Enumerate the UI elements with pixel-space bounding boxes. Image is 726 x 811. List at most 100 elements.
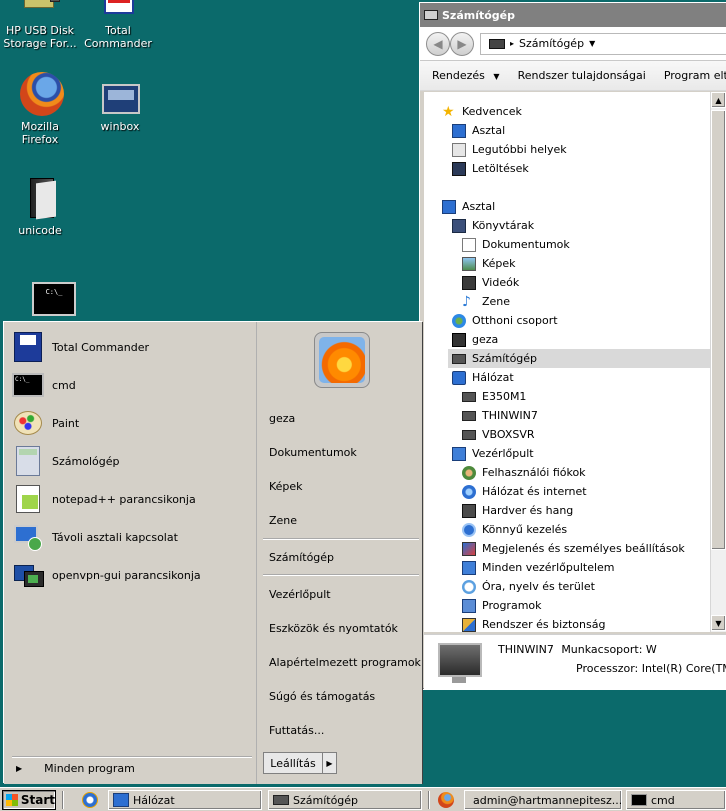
processor-info: Processzor: Intel(R) Core(TM) i xyxy=(576,662,726,675)
command-bar: Rendezés ▼ Rendszer tulajdonságai Progra… xyxy=(420,61,726,91)
tree-item-libraries[interactable]: Könyvtárak xyxy=(452,216,534,235)
user-picture[interactable] xyxy=(314,332,370,388)
address-chevron-icon[interactable]: ▸ xyxy=(510,39,514,48)
tree-item-ease-of-access[interactable]: Könnyű kezelés xyxy=(462,520,567,539)
start-item-cmd[interactable]: C:\_ cmd xyxy=(12,367,248,403)
tree-item-vboxsvr[interactable]: VBOXSVR xyxy=(462,425,535,444)
chevron-down-icon[interactable]: ▼ xyxy=(589,39,595,48)
tree-item-videos[interactable]: Videók xyxy=(462,273,519,292)
details-pane: THINWIN7 Munkacsoport: W Processzor: Int… xyxy=(424,634,726,689)
tree-item-desktop[interactable]: Asztal xyxy=(442,197,495,216)
shutdown-button[interactable]: Leállítás xyxy=(264,753,322,773)
taskbar-button-computer[interactable]: Számítógép xyxy=(268,790,422,810)
tree-item-label: Legutóbbi helyek xyxy=(472,143,567,156)
tree-item-all-control-panel-items[interactable]: Minden vezérlőpultelem xyxy=(462,558,615,577)
tree-item-documents[interactable]: Dokumentumok xyxy=(462,235,570,254)
start-menu-programs: Total Commander C:\_ cmd Paint Számológé… xyxy=(4,322,256,784)
tree-item-user-accounts[interactable]: Felhasználói fiókok xyxy=(462,463,586,482)
desktop-icon-cmd[interactable]: C:\_ xyxy=(2,280,78,320)
tree-item-pictures[interactable]: Képek xyxy=(462,254,516,273)
system-properties-button[interactable]: Rendszer tulajdonságai xyxy=(518,69,646,82)
uninstall-program-button[interactable]: Program eltávolít xyxy=(664,69,726,82)
tree-item-hardware-sound[interactable]: Hardver és hang xyxy=(462,501,573,520)
tree-item-label: E350M1 xyxy=(482,390,527,403)
desktop-icon-total-commander[interactable]: Total Commander xyxy=(80,0,156,50)
tree-item-appearance[interactable]: Megjelenés és személyes beállítások xyxy=(462,539,685,558)
taskbar-button-cmd[interactable]: cmd xyxy=(626,790,726,810)
start-link-music[interactable]: Zene xyxy=(269,511,297,529)
taskbar-button-browser[interactable]: admin@hartmannepitesz... xyxy=(464,790,622,810)
tree-item-user-geza[interactable]: geza xyxy=(452,330,498,349)
tree-item-e350m1[interactable]: E350M1 xyxy=(462,387,526,406)
tree-item-homegroup[interactable]: Otthoni csoport xyxy=(452,311,558,330)
shutdown-options-button[interactable]: ▶ xyxy=(322,753,336,773)
start-link-control-panel[interactable]: Vezérlőpult xyxy=(269,585,331,603)
desktop-icon-hp-usb[interactable]: HP USB Disk Storage For... xyxy=(2,0,78,50)
tree-item-label: Videók xyxy=(482,276,520,289)
start-menu-separator xyxy=(263,574,419,575)
forward-button[interactable]: ▶ xyxy=(450,31,474,56)
start-link-computer[interactable]: Számítógép xyxy=(269,548,334,566)
organize-button[interactable]: Rendezés ▼ xyxy=(432,69,500,82)
tree-item-thinwin7[interactable]: THINWIN7 xyxy=(462,406,538,425)
desktop-icon-label: Total Commander xyxy=(84,24,152,50)
start-link-help-support[interactable]: Súgó és támogatás xyxy=(269,687,375,705)
start-link-user[interactable]: geza xyxy=(269,409,295,427)
tree-item-label: Vezérlőpult xyxy=(472,447,534,460)
tree-item-downloads[interactable]: Letöltések xyxy=(452,159,529,178)
desktop-icon-label: unicode xyxy=(18,224,62,237)
desktop-icon-winbox[interactable]: winbox xyxy=(82,84,158,133)
start-link-default-programs[interactable]: Alapértelmezett programok xyxy=(269,653,421,671)
start-item-notepad-plus-plus[interactable]: notepad++ parancsikonja xyxy=(12,481,248,517)
tree-item-clock-language[interactable]: Óra, nyelv és terület xyxy=(462,577,595,596)
tree-item-programs[interactable]: Programok xyxy=(462,596,542,615)
desktop-icon-firefox[interactable]: Mozilla Firefox xyxy=(2,72,78,146)
tree-item-computer[interactable]: Számítógép xyxy=(448,349,716,368)
tree-item-system-security[interactable]: Rendszer és biztonság xyxy=(462,615,605,632)
start-link-documents[interactable]: Dokumentumok xyxy=(269,443,357,461)
ease-of-access-icon xyxy=(462,522,476,537)
desktop-icon-unicode[interactable]: unicode xyxy=(2,176,78,237)
tree-item-label: Dokumentumok xyxy=(482,238,570,251)
tree-item-favorites[interactable]: ★ Kedvencek xyxy=(442,102,522,121)
start-item-total-commander[interactable]: Total Commander xyxy=(12,329,248,365)
start-button[interactable]: Start xyxy=(2,790,56,810)
start-item-paint[interactable]: Paint xyxy=(12,405,248,441)
start-link-run[interactable]: Futtatás... xyxy=(269,721,324,739)
tree-item-control-panel[interactable]: Vezérlőpult xyxy=(452,444,534,463)
back-button[interactable]: ◀ xyxy=(426,31,450,56)
tree-item-music[interactable]: ♪ Zene xyxy=(462,292,510,311)
chevron-down-icon: ▼ xyxy=(493,72,500,81)
nav-scrollbar[interactable]: ▲ ▼ xyxy=(710,92,726,632)
tree-item-label: Könnyű kezelés xyxy=(482,523,568,536)
scroll-thumb[interactable] xyxy=(711,110,726,550)
start-item-calculator[interactable]: Számológép xyxy=(12,443,248,479)
tree-item-network[interactable]: Hálózat xyxy=(452,368,514,387)
explorer-titlebar[interactable]: Számítógép xyxy=(420,3,726,27)
computer-monitor-icon xyxy=(438,643,482,677)
all-programs-button[interactable]: ▶ Minden program xyxy=(16,762,135,775)
tree-item-label: Képek xyxy=(482,257,516,270)
tree-item-label: Rendszer és biztonság xyxy=(482,618,606,631)
system-security-icon xyxy=(462,617,476,632)
internet-explorer-icon[interactable] xyxy=(82,792,98,808)
taskbar-button-network[interactable]: Hálózat xyxy=(108,790,262,810)
firefox-icon[interactable] xyxy=(438,792,454,808)
videos-icon xyxy=(462,275,476,290)
tree-item-recent-places[interactable]: Legutóbbi helyek xyxy=(452,140,567,159)
tree-item-network-internet[interactable]: Hálózat és internet xyxy=(462,482,587,501)
address-bar[interactable]: ▸ Számítógép ▼ xyxy=(480,32,726,55)
scroll-down-button[interactable]: ▼ xyxy=(711,615,726,631)
usb-drive-icon xyxy=(16,0,64,20)
tree-item-label: Zene xyxy=(482,295,511,308)
start-link-devices-printers[interactable]: Eszközök és nyomtatók xyxy=(269,619,398,637)
star-icon: ★ xyxy=(442,103,455,120)
start-item-openvpn[interactable]: openvpn-gui parancsikonja xyxy=(12,557,248,593)
start-link-pictures[interactable]: Képek xyxy=(269,477,303,495)
scroll-up-button[interactable]: ▲ xyxy=(711,92,726,108)
network-internet-icon xyxy=(462,484,476,499)
tree-item-desktop-fav[interactable]: Asztal xyxy=(452,121,505,140)
control-panel-items-icon xyxy=(462,560,476,575)
start-label: Start xyxy=(20,793,55,807)
start-item-remote-desktop[interactable]: Távoli asztali kapcsolat xyxy=(12,519,248,555)
